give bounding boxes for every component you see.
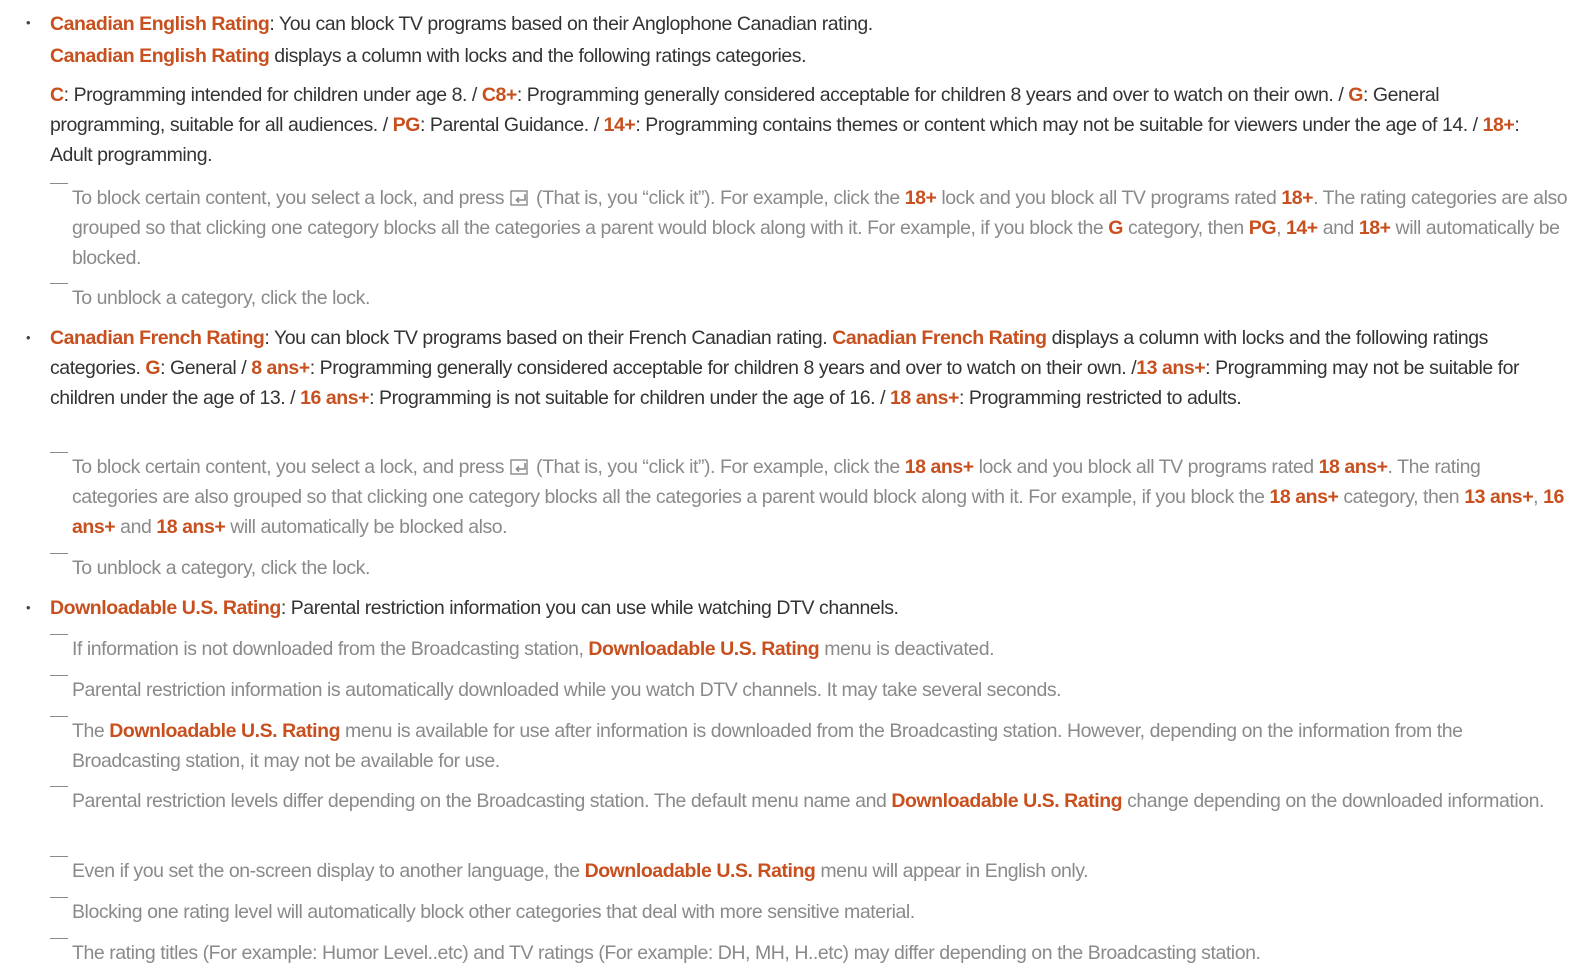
note-dash bbox=[50, 183, 68, 184]
canadian-french-paragraph: Canadian French Rating: You can block TV… bbox=[50, 327, 1520, 409]
manual-page: • Canadian English Rating: You can block… bbox=[0, 0, 1596, 980]
bullet: • bbox=[26, 330, 31, 345]
downloadable-note-7: The rating titles (For example: Humor Le… bbox=[50, 938, 1570, 968]
downloadable-note-2: Parental restriction information is auto… bbox=[50, 675, 1570, 705]
bullet: • bbox=[26, 15, 31, 30]
note-dash bbox=[50, 283, 68, 284]
canadian-english-ratings: C: Programming intended for children und… bbox=[50, 84, 1520, 166]
note-dash bbox=[50, 675, 68, 676]
enter-icon bbox=[510, 459, 530, 475]
canadian-french-note-block: To block certain content, you select a l… bbox=[50, 452, 1570, 542]
note-dash bbox=[50, 938, 68, 939]
note-dash bbox=[50, 634, 68, 635]
note-dash bbox=[50, 786, 68, 787]
bullet: • bbox=[26, 600, 31, 615]
note-dash bbox=[50, 553, 68, 554]
canadian-english-title: Canadian English Rating bbox=[50, 13, 270, 35]
downloadable-us-intro: Downloadable U.S. Rating: Parental restr… bbox=[50, 597, 899, 619]
downloadable-note-3: The Downloadable U.S. Rating menu is ava… bbox=[50, 716, 1570, 776]
enter-icon bbox=[510, 190, 530, 206]
canadian-french-unblock-note: To unblock a category, click the lock. bbox=[50, 553, 1570, 583]
downloadable-note-1: If information is not downloaded from th… bbox=[50, 634, 1570, 664]
downloadable-note-6: Blocking one rating level will automatic… bbox=[50, 897, 1570, 927]
canadian-english-description: Canadian English Rating displays a colum… bbox=[50, 45, 807, 67]
note-dash bbox=[50, 452, 68, 453]
note-dash bbox=[50, 716, 68, 717]
note-dash bbox=[50, 856, 68, 857]
downloadable-note-5: Even if you set the on-screen display to… bbox=[50, 856, 1570, 886]
note-dash bbox=[50, 897, 68, 898]
canadian-english-note-block: To block certain content, you select a l… bbox=[50, 183, 1570, 273]
canadian-english-unblock-note: To unblock a category, click the lock. bbox=[50, 283, 1570, 313]
downloadable-note-4: Parental restriction levels differ depen… bbox=[50, 786, 1570, 816]
canadian-english-intro: Canadian English Rating: You can block T… bbox=[50, 13, 873, 35]
